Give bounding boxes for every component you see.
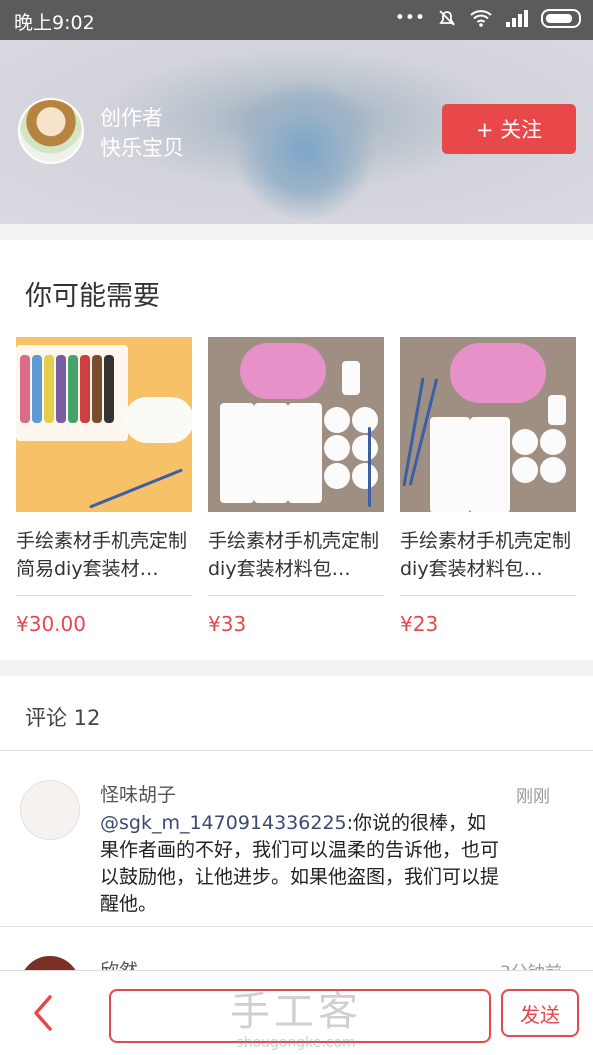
creator-role-label: 创作者	[100, 106, 163, 130]
comments-heading: 评论 12	[25, 706, 101, 730]
product-image[interactable]	[16, 337, 192, 512]
follow-button[interactable]: + 关注	[442, 104, 576, 154]
wifi-icon	[470, 10, 492, 27]
creator-header: 创作者 快乐宝贝 + 关注	[0, 40, 593, 224]
send-button[interactable]: 发送	[501, 989, 579, 1037]
comment-user[interactable]: 怪味胡子	[100, 780, 176, 807]
watermark-url: shougongke.com	[236, 1035, 356, 1051]
product-price: ¥23	[400, 612, 439, 636]
product-price: ¥33	[208, 612, 247, 636]
recommend-title: 你可能需要	[25, 281, 160, 312]
product-name[interactable]: 手绘素材手机壳定制diy套装材料包…	[208, 527, 384, 583]
back-arrow-icon[interactable]	[28, 993, 58, 1033]
dots-icon: •••	[394, 8, 425, 28]
comment-mention[interactable]: @sgk_m_1470914336225	[100, 812, 347, 834]
recommend-section: 你可能需要 手绘素材手机壳定制简易diy套装材… ¥30.00 手绘素材手机壳定…	[0, 240, 593, 660]
blurred-cover-image	[230, 80, 380, 220]
comment-time: 刚刚	[516, 787, 550, 807]
creator-avatar[interactable]	[18, 98, 84, 164]
product-card[interactable]: 手绘素材手机壳定制diy套装材料包… ¥23	[400, 337, 576, 636]
product-image[interactable]	[400, 337, 576, 512]
creator-name[interactable]: 快乐宝贝	[100, 132, 184, 162]
product-name[interactable]: 手绘素材手机壳定制简易diy套装材…	[16, 527, 192, 583]
status-time: 晚上9:02	[14, 12, 95, 34]
product-card[interactable]: 手绘素材手机壳定制简易diy套装材… ¥30.00	[16, 337, 192, 636]
comments-section: 评论 12 怪味胡子 刚刚 @sgk_m_1470914336225:你说的很棒…	[0, 676, 593, 1016]
status-bar: 晚上9:02 •••	[0, 0, 593, 40]
product-card[interactable]: 手绘素材手机壳定制diy套装材料包… ¥33	[208, 337, 384, 636]
watermark-title: 手工客	[230, 989, 362, 1035]
battery-icon	[541, 8, 581, 28]
comment-avatar[interactable]	[20, 780, 80, 840]
product-name[interactable]: 手绘素材手机壳定制diy套装材料包…	[400, 527, 576, 583]
comment-text: @sgk_m_1470914336225:你说的很棒，如果作者画的不好，我们可以…	[100, 812, 500, 915]
watermark: 手工客 shougongke.com	[230, 979, 362, 1051]
signal-icon	[506, 10, 528, 27]
bottom-bar: 手工客 shougongke.com 发送	[0, 970, 593, 1055]
product-image[interactable]	[208, 337, 384, 512]
product-price: ¥30.00	[16, 612, 86, 636]
bell-off-icon	[439, 10, 455, 26]
